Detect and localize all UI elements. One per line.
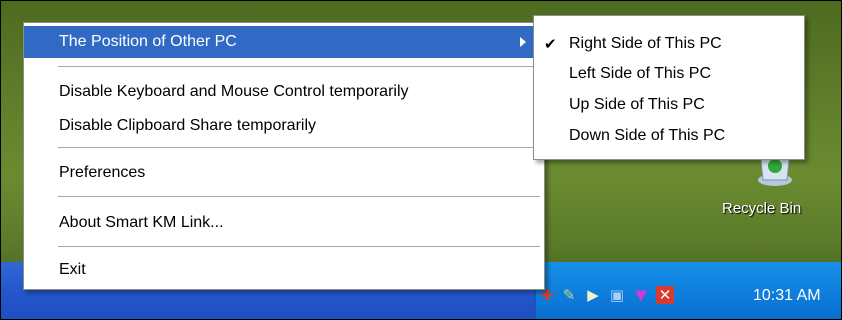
submenu-item-right-side[interactable]: ✔ Right Side of This PC — [534, 29, 804, 59]
menu-item-label: The Position of Other PC — [59, 33, 237, 50]
submenu-item-up-side[interactable]: Up Side of This PC — [534, 90, 804, 120]
submenu-item-left-side[interactable]: Left Side of This PC — [534, 59, 804, 89]
menu-separator — [58, 147, 540, 148]
menu-item-preferences[interactable]: Preferences — [24, 155, 544, 191]
disconnected-icon[interactable]: ✕ — [656, 286, 674, 304]
checkmark-icon: ✔ — [544, 36, 557, 53]
menu-separator — [58, 196, 540, 197]
menu-separator — [58, 246, 540, 247]
shield-icon[interactable]: ✎ — [560, 286, 578, 304]
submenu-item-label: Right Side of This PC — [569, 35, 722, 52]
menu-item-label: Exit — [59, 261, 86, 278]
recycle-bin-label[interactable]: Recycle Bin — [722, 200, 801, 217]
menu-item-disable-clipboard[interactable]: Disable Clipboard Share temporarily — [24, 109, 544, 143]
submenu-item-label: Up Side of This PC — [569, 96, 705, 113]
menu-item-label: Disable Clipboard Share temporarily — [59, 117, 317, 134]
submenu-item-label: Down Side of This PC — [569, 127, 726, 144]
clock[interactable]: 10:31 AM — [753, 287, 821, 305]
menu-item-exit[interactable]: Exit — [24, 254, 544, 286]
antivirus-icon[interactable]: ▼ — [632, 286, 650, 304]
menu-separator — [58, 66, 540, 67]
menu-item-position-of-other-pc[interactable]: The Position of Other PC — [24, 26, 544, 58]
network-icon[interactable]: ▣ — [608, 286, 626, 304]
submenu-item-down-side[interactable]: Down Side of This PC — [534, 121, 804, 151]
context-menu: The Position of Other PC Disable Keyboar… — [23, 22, 545, 290]
menu-item-label: Preferences — [59, 164, 146, 181]
position-submenu: ✔ Right Side of This PC Left Side of Thi… — [533, 15, 805, 160]
menu-item-label: Disable Keyboard and Mouse Control tempo… — [59, 83, 409, 100]
submenu-item-label: Left Side of This PC — [569, 65, 711, 82]
menu-item-label: About Smart KM Link... — [59, 214, 224, 231]
submenu-arrow-icon — [520, 37, 526, 47]
menu-item-about[interactable]: About Smart KM Link... — [24, 205, 544, 241]
speaker-icon[interactable]: ▶ — [584, 286, 602, 304]
menu-item-disable-keyboard-mouse[interactable]: Disable Keyboard and Mouse Control tempo… — [24, 75, 544, 109]
